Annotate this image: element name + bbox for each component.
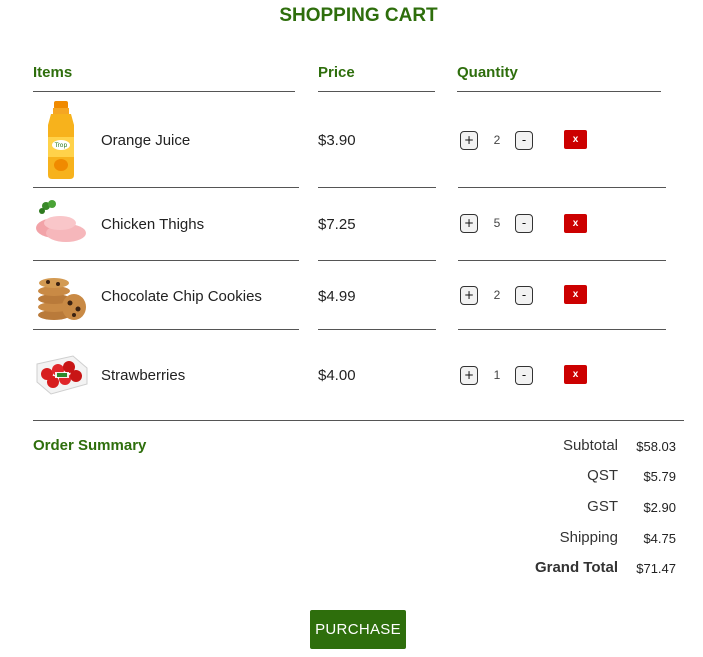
quantity-header-divider bbox=[457, 91, 661, 92]
row-divider bbox=[458, 187, 666, 188]
price-header-divider bbox=[318, 91, 435, 92]
item-price: $7.25 bbox=[318, 216, 356, 233]
qst-value: $5.79 bbox=[643, 469, 676, 484]
increase-quantity-button[interactable]: + bbox=[460, 366, 478, 385]
items-header-divider bbox=[33, 91, 295, 92]
item-price: $4.00 bbox=[318, 367, 356, 384]
order-summary-title: Order Summary bbox=[33, 437, 147, 454]
items-column-header: Items bbox=[33, 64, 73, 81]
strawberries-image bbox=[32, 345, 90, 400]
item-price: $3.90 bbox=[318, 132, 356, 149]
row-divider bbox=[318, 187, 436, 188]
remove-item-button[interactable]: x bbox=[564, 214, 587, 233]
decrease-quantity-button[interactable]: - bbox=[515, 131, 533, 150]
row-divider bbox=[458, 260, 666, 261]
item-name: Chicken Thighs bbox=[101, 216, 205, 233]
grand-total-value: $71.47 bbox=[636, 561, 676, 576]
cart-row: Chicken Thighs $7.25 + 5 - x bbox=[0, 195, 703, 255]
shipping-label: Shipping bbox=[559, 529, 618, 546]
cart-row: Chocolate Chip Cookies $4.99 + 2 - x bbox=[0, 268, 703, 326]
qst-label: QST bbox=[587, 467, 618, 484]
chicken-thighs-image bbox=[32, 195, 90, 250]
subtotal-value: $58.03 bbox=[636, 439, 676, 454]
gst-value: $2.90 bbox=[643, 500, 676, 515]
increase-quantity-button[interactable]: + bbox=[460, 131, 478, 150]
increase-quantity-button[interactable]: + bbox=[460, 214, 478, 233]
cart-row: Trop Orange Juice $3.90 + 2 - x bbox=[0, 100, 703, 180]
purchase-button[interactable]: PURCHASE bbox=[310, 610, 406, 649]
row-divider bbox=[33, 187, 299, 188]
shipping-value: $4.75 bbox=[643, 531, 676, 546]
orange-juice-image: Trop bbox=[32, 100, 90, 180]
row-divider bbox=[33, 260, 299, 261]
subtotal-label: Subtotal bbox=[562, 437, 618, 454]
item-quantity: 2 bbox=[493, 133, 501, 147]
increase-quantity-button[interactable]: + bbox=[460, 286, 478, 305]
decrease-quantity-button[interactable]: - bbox=[515, 366, 533, 385]
remove-item-button[interactable]: x bbox=[564, 130, 587, 149]
summary-divider bbox=[33, 420, 684, 421]
item-price: $4.99 bbox=[318, 288, 356, 305]
decrease-quantity-button[interactable]: - bbox=[515, 214, 533, 233]
item-name: Chocolate Chip Cookies bbox=[101, 288, 262, 305]
row-divider bbox=[318, 260, 436, 261]
svg-text:Trop: Trop bbox=[54, 142, 68, 149]
remove-item-button[interactable]: x bbox=[564, 365, 587, 384]
cookies-image bbox=[32, 268, 90, 324]
row-divider bbox=[458, 329, 666, 330]
row-divider bbox=[318, 329, 436, 330]
gst-label: GST bbox=[587, 498, 618, 515]
item-name: Orange Juice bbox=[101, 132, 191, 149]
grand-total-label: Grand Total bbox=[534, 559, 618, 576]
price-column-header: Price bbox=[318, 64, 355, 81]
decrease-quantity-button[interactable]: - bbox=[515, 286, 533, 305]
row-divider bbox=[33, 329, 299, 330]
cart-row: Strawberries $4.00 + 1 - x bbox=[0, 345, 703, 405]
item-name: Strawberries bbox=[101, 367, 186, 384]
item-quantity: 5 bbox=[493, 216, 501, 230]
quantity-column-header: Quantity bbox=[457, 64, 518, 81]
remove-item-button[interactable]: x bbox=[564, 285, 587, 304]
page-title: SHOPPING CART bbox=[279, 5, 438, 26]
item-quantity: 1 bbox=[493, 368, 501, 382]
item-quantity: 2 bbox=[493, 288, 501, 302]
